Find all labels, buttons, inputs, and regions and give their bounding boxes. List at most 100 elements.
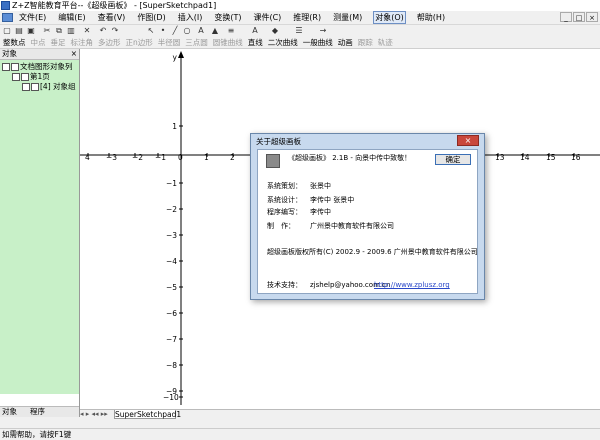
minimize-button[interactable]: _ [560, 12, 572, 22]
tool-button[interactable]: 整数点 [3, 37, 26, 48]
panel-close-icon[interactable]: × [71, 49, 77, 59]
y-tick-label: −10 [163, 393, 179, 402]
menu-item[interactable]: 对象(O) [373, 11, 406, 24]
title-bar: Z+Z智能教育平台--《超级画板》 - [SuperSketchpad1] [0, 0, 600, 11]
x-tick-label: 15 [546, 153, 556, 162]
menu-item[interactable]: 查看(V) [97, 11, 127, 24]
tab-objects[interactable]: 对象 [2, 407, 17, 417]
checkbox[interactable] [21, 73, 29, 81]
panel-title: 对象 [2, 49, 17, 58]
font-color-icon[interactable]: A [250, 26, 260, 36]
dialog-close-button[interactable]: × [457, 135, 479, 146]
x-tick-label: −1 [155, 153, 167, 162]
save-icon[interactable]: ▣ [26, 26, 36, 36]
x-tick-label: 13 [495, 153, 505, 162]
menu-item[interactable]: 编辑(E) [57, 11, 86, 24]
credit-value: 张景中 [310, 182, 331, 190]
close-button[interactable]: × [586, 12, 598, 22]
status-text: 如需帮助，请按F1键 [2, 430, 72, 439]
tree-item-root[interactable]: 文档图形对象列 [2, 62, 73, 72]
delete-icon[interactable]: ✕ [82, 26, 92, 36]
paste-icon[interactable]: ▥ [66, 26, 76, 36]
arrow-style-icon[interactable]: → [318, 26, 328, 36]
tool-button[interactable]: 轨迹 [378, 37, 393, 48]
tool-button[interactable]: 跟踪 [358, 37, 373, 48]
tool-button[interactable]: 动画 [338, 37, 353, 48]
redo-icon[interactable]: ↷ [110, 26, 120, 36]
point-tool-icon[interactable]: • [158, 26, 168, 36]
tab-nav-icons[interactable]: ◂ ▸ ◂◂ ▸▸ [80, 410, 108, 419]
x-tick-label: −3 [106, 153, 118, 162]
text-tool-icon[interactable]: A [196, 26, 206, 36]
restore-button[interactable]: □ [573, 12, 585, 22]
pointer-icon[interactable]: ↖ [146, 26, 156, 36]
checkbox[interactable] [11, 63, 19, 71]
product-name: 《超级画板》 2.1B - 向景中传中致敬！ [288, 154, 412, 162]
expand-icon[interactable] [22, 83, 30, 91]
open-icon[interactable]: ▤ [14, 26, 24, 36]
credit-label: 系统设计： [267, 196, 302, 204]
tool-button[interactable]: 直线 [248, 37, 263, 48]
tool-button[interactable]: 标注角 [71, 37, 94, 48]
app-icon [1, 1, 10, 10]
menu-item[interactable]: 作图(D) [136, 11, 166, 24]
menu-item[interactable]: 课件(C) [252, 11, 282, 24]
drawing-tools: 整数点 中点 垂足 标注角 多边形 正n边形 半径圆 三点圆 圆锥曲线 直线 二次曲线 一般曲线 动画跟… [3, 37, 393, 48]
tool-button[interactable]: 正n边形 [126, 37, 153, 48]
document-window-buttons: _ □ × [560, 12, 598, 22]
document-icon[interactable] [2, 13, 13, 22]
tool-button[interactable]: 二次曲线 [268, 37, 298, 48]
tool-button[interactable]: 三点圆 [185, 37, 208, 48]
tool-button[interactable]: 中点 [31, 37, 46, 48]
menu-item[interactable]: 插入(I) [177, 11, 204, 24]
menu-items: 文件(E) 编辑(E) 查看(V) 作图(D) 插入(I) 变换(T) 课件(C) 推理(R)… [18, 11, 446, 24]
y-tick-label: −6 [165, 309, 177, 318]
cut-icon[interactable]: ✂ [42, 26, 52, 36]
app-logo-icon [266, 154, 280, 168]
color-tool-icon[interactable]: ▲ [210, 26, 220, 36]
x-tick-label: 4 [85, 153, 90, 162]
new-icon[interactable]: ▢ [2, 26, 12, 36]
circle-tool-icon[interactable]: ○ [182, 26, 192, 36]
tool-button[interactable]: 一般曲线 [303, 37, 333, 48]
expand-icon[interactable] [2, 63, 10, 71]
copy-icon[interactable]: ⧉ [54, 26, 64, 36]
expand-icon[interactable] [12, 73, 20, 81]
tab-program[interactable]: 程序 [30, 407, 45, 417]
x-tick-label: 14 [520, 153, 530, 162]
credit-label: 制 作： [267, 222, 295, 230]
menu-item[interactable]: 推理(R) [292, 11, 322, 24]
fill-color-icon[interactable]: ◆ [270, 26, 280, 36]
tool-button[interactable]: 圆锥曲线 [213, 37, 243, 48]
credit-label: 程序编写： [267, 208, 302, 216]
tab-supersketchpad1[interactable]: SuperSketchpad1 [114, 410, 181, 419]
support-url-link[interactable]: http://www.zplusz.org [374, 281, 450, 290]
menu-item[interactable]: 变换(T) [213, 11, 242, 24]
segment-tool-icon[interactable]: ╱ [170, 26, 180, 36]
checkbox[interactable] [31, 83, 39, 91]
x-tick-label: 16 [571, 153, 581, 162]
line-width-icon[interactable]: ☰ [294, 26, 304, 36]
panel-tabs: 对象 程序 [0, 406, 79, 417]
y-tick-label: −5 [165, 283, 177, 292]
about-dialog: 关于超级画板 × 《超级画板》 2.1B - 向景中传中致敬！ 确定 系统策划：… [250, 133, 485, 300]
tool-button[interactable]: 多边形 [98, 37, 121, 48]
undo-icon[interactable]: ↶ [98, 26, 108, 36]
ok-button[interactable]: 确定 [435, 154, 471, 165]
line-style-icon[interactable]: ≡ [226, 26, 236, 36]
y-axis-name: y [172, 53, 177, 62]
y-tick-label: −2 [165, 205, 177, 214]
tool-button[interactable]: 半径圆 [158, 37, 181, 48]
menu-item[interactable]: 帮助(H) [416, 11, 446, 24]
menu-item[interactable]: 测量(M) [332, 11, 363, 24]
credit-value: 李传中 张景中 [310, 196, 355, 204]
menu-item[interactable]: 文件(E) [18, 11, 47, 24]
tree-item-group[interactable]: [4] 对象组 [22, 82, 76, 92]
credit-value: 李传中 [310, 208, 331, 216]
y-axis-arrow-icon [178, 51, 184, 58]
credit-label: 系统策划： [267, 182, 302, 190]
tool-button[interactable]: 垂足 [51, 37, 66, 48]
y-tick-label: −3 [165, 231, 177, 240]
x-tick-label: 2 [230, 153, 235, 162]
tree-item-page[interactable]: 第1页 [12, 72, 50, 82]
